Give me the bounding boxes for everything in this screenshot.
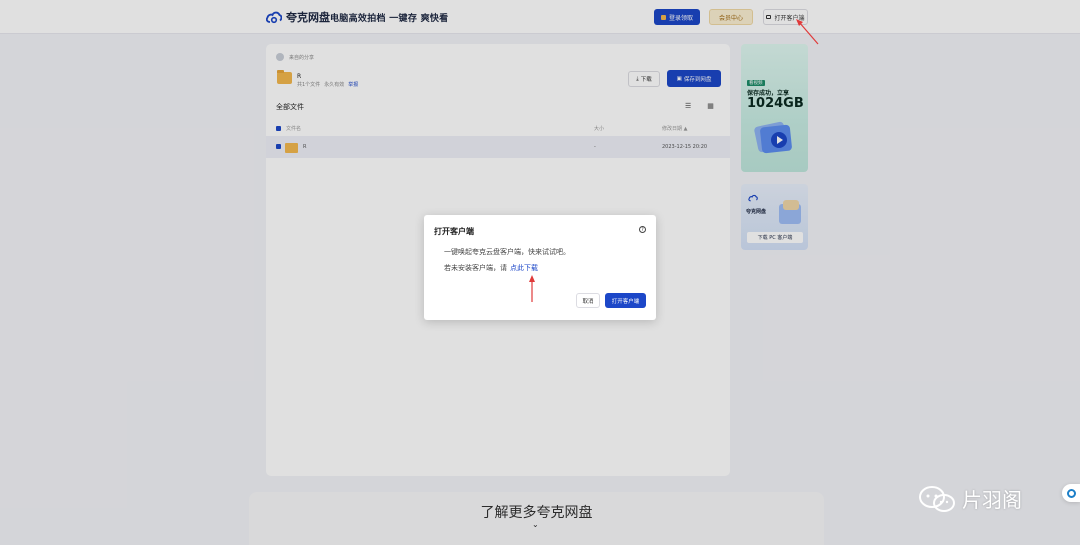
floating-widget[interactable]: [1062, 484, 1080, 502]
dialog-title: 打开客户端: [434, 227, 474, 236]
open-client-button[interactable]: 打开客户端: [605, 293, 646, 308]
open-client-dialog: 打开客户端 ? 一键唤起夸克云盘客户端，快来试试吧。 若未安装客户端，请 点此下…: [424, 215, 656, 320]
help-icon[interactable]: ?: [639, 226, 646, 233]
watermark: 片羽阁: [918, 484, 1022, 513]
dialog-message: 一键唤起夸克云盘客户端，快来试试吧。: [444, 248, 570, 256]
widget-icon: [1066, 488, 1076, 498]
cancel-button[interactable]: 取消: [576, 293, 600, 308]
download-link[interactable]: 点此下载: [510, 263, 538, 273]
cancel-button-label: 取消: [582, 298, 594, 305]
dialog-install-hint: 若未安装客户端，请 点此下载: [444, 263, 538, 273]
install-hint-text: 若未安装客户端，请: [444, 264, 507, 272]
open-client-button-label: 打开客户端: [611, 298, 640, 305]
watermark-text: 片羽阁: [962, 488, 1022, 512]
wechat-icon: [919, 485, 955, 512]
